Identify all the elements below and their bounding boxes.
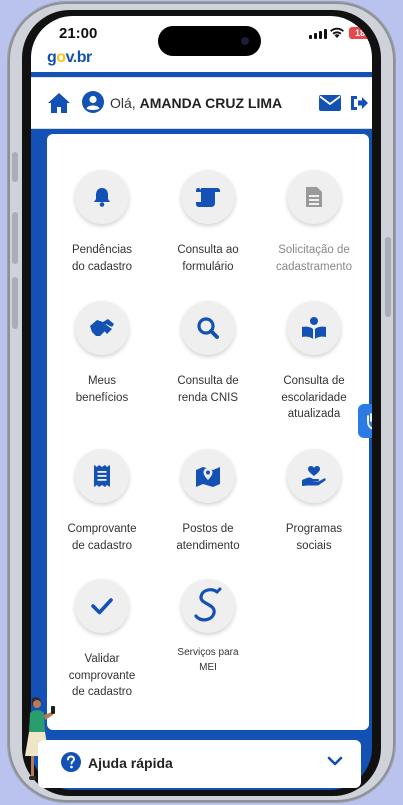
bell-icon <box>94 188 110 207</box>
book-reader-icon <box>302 317 326 339</box>
menu-item-comprovante[interactable]: Comprovante de cadastro <box>49 449 155 554</box>
mute-switch <box>12 152 18 182</box>
phone-frame: 21:00 18 gov.br Olá, AMANDA CRUZ LIMA Pe… <box>8 2 395 802</box>
menu-item-mei[interactable]: Serviços para MEI <box>155 579 261 675</box>
menu-item-beneficios[interactable]: Meus benefícios <box>49 301 155 406</box>
menu-label-line: de cadastro <box>71 686 133 698</box>
wifi-icon <box>330 27 344 38</box>
menu-label-line: formulário <box>182 260 234 273</box>
menu-label-line: atualizada <box>287 408 341 420</box>
receipt-icon <box>94 465 110 487</box>
power-button <box>385 237 391 317</box>
menu-label-line: Comprovante <box>67 523 137 535</box>
document-icon <box>306 187 322 207</box>
mei-s-icon <box>194 587 222 622</box>
quick-help-label: Ajuda rápida <box>88 755 173 771</box>
menu-item-solicitacao[interactable]: Solicitação de cadastramento <box>261 170 367 275</box>
menu-label-line: cadastramento <box>275 260 353 273</box>
menu-item-postos[interactable]: Postos de atendimento <box>155 449 261 554</box>
user-name: AMANDA CRUZ LIMA <box>139 95 283 111</box>
volume-up-button <box>12 212 18 264</box>
menu-label-line: Solicitação de <box>278 244 350 256</box>
check-icon <box>91 598 113 615</box>
quick-help-bar[interactable]: Ajuda rápida <box>38 740 361 788</box>
battery-indicator: 18 <box>349 27 371 39</box>
menu-label-line: Consulta de <box>177 375 239 387</box>
volume-down-button <box>12 277 18 329</box>
menu-label-line: de cadastro <box>71 539 133 552</box>
menu-item-renda-cnis[interactable]: Consulta de renda CNIS <box>155 301 261 406</box>
logout-icon[interactable] <box>349 93 369 113</box>
menu-label-line: sociais <box>296 539 332 552</box>
app-screen: 21:00 18 gov.br Olá, AMANDA CRUZ LIMA Pe… <box>31 16 372 790</box>
menu-label-line: benefícios <box>75 391 129 404</box>
top-header: Olá, AMANDA CRUZ LIMA <box>31 77 372 129</box>
status-bar: 21:00 18 gov.br <box>31 16 372 72</box>
scroll-icon <box>196 188 220 207</box>
libras-accessibility-button[interactable] <box>358 404 372 438</box>
menu-label-line: do cadastro <box>71 260 133 273</box>
greeting-prefix: Olá, <box>110 95 140 111</box>
status-time: 21:00 <box>59 25 98 42</box>
question-circle-icon <box>61 752 81 772</box>
menu-item-pendencias[interactable]: Pendências do cadastro <box>49 170 155 275</box>
mail-icon[interactable] <box>319 95 341 111</box>
dynamic-island <box>158 26 261 56</box>
menu-label-line: Consulta de <box>283 375 345 387</box>
menu-label-line: Serviços para <box>177 647 239 658</box>
menu-label-line: comprovante <box>68 669 136 682</box>
menu-label-line: Meus <box>87 375 117 387</box>
services-card: Pendências do cadastro Consulta ao formu… <box>47 134 369 730</box>
menu-label-line: Validar <box>84 653 120 665</box>
map-icon <box>196 467 220 487</box>
menu-label-line: Programas <box>285 523 343 535</box>
magnifier-icon <box>197 317 219 339</box>
signal-icon <box>309 29 327 39</box>
user-avatar-icon[interactable] <box>82 91 104 113</box>
menu-item-validar[interactable]: Validar comprovante de cadastro <box>49 579 155 701</box>
handshake-icon <box>90 319 114 336</box>
menu-item-programas[interactable]: Programas sociais <box>261 449 367 554</box>
phone-bezel: 21:00 18 gov.br Olá, AMANDA CRUZ LIMA Pe… <box>22 10 381 796</box>
menu-label-line: Postos de <box>182 523 234 535</box>
menu-item-escolaridade[interactable]: Consulta de escolaridade atualizada <box>261 301 367 423</box>
menu-label-line: Pendências <box>71 244 133 256</box>
menu-label-line: Consulta ao <box>177 244 239 256</box>
menu-label-line: atendimento <box>176 539 240 552</box>
menu-label-line: renda CNIS <box>177 391 239 404</box>
menu-item-consulta-formulario[interactable]: Consulta ao formulário <box>155 170 261 275</box>
menu-label-line: MEI <box>199 662 217 673</box>
home-icon[interactable] <box>47 92 71 114</box>
chevron-down-icon[interactable] <box>327 755 343 767</box>
govbr-logo: gov.br <box>47 49 92 66</box>
menu-label-line: escolaridade <box>281 391 347 404</box>
sign-language-icon <box>367 413 372 430</box>
hand-heart-icon <box>302 466 326 486</box>
user-greeting: Olá, AMANDA CRUZ LIMA <box>110 95 282 111</box>
